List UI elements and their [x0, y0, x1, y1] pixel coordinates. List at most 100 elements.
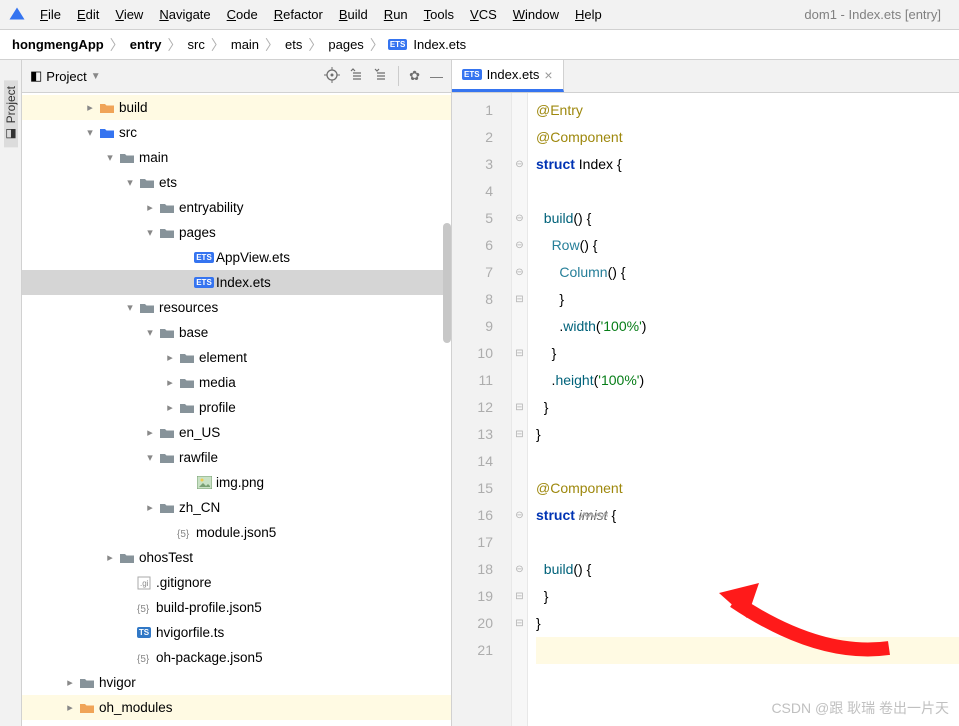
fold-marker[interactable]	[512, 367, 527, 394]
code-line[interactable]	[536, 448, 959, 475]
fold-marker[interactable]: ⊟	[512, 610, 527, 637]
gear-icon[interactable]: ✿	[409, 68, 420, 84]
code-line[interactable]: build() {	[536, 205, 959, 232]
tree-arrow-icon[interactable]: ▾	[142, 451, 158, 464]
tree-arrow-icon[interactable]: ▸	[142, 426, 158, 439]
fold-marker[interactable]	[512, 178, 527, 205]
expand-all-icon[interactable]	[350, 68, 364, 85]
fold-marker[interactable]: ⊖	[512, 502, 527, 529]
fold-marker[interactable]	[512, 529, 527, 556]
fold-marker[interactable]: ⊟	[512, 340, 527, 367]
dropdown-arrow-icon[interactable]: ▼	[91, 71, 101, 82]
tree-item[interactable]: ETSAppView.ets	[22, 245, 451, 270]
code-line[interactable]: build() {	[536, 556, 959, 583]
tree-item[interactable]: ▸zh_CN	[22, 495, 451, 520]
code-line[interactable]: }	[536, 610, 959, 637]
breadcrumb-item[interactable]: main	[229, 37, 261, 52]
fold-marker[interactable]	[512, 313, 527, 340]
fold-marker[interactable]: ⊖	[512, 232, 527, 259]
tree-arrow-icon[interactable]: ▾	[122, 176, 138, 189]
menu-help[interactable]: Help	[567, 7, 610, 22]
code-line[interactable]: }	[536, 583, 959, 610]
tree-item[interactable]: {5}build-profile.json5	[22, 595, 451, 620]
tree-item[interactable]: ▾base	[22, 320, 451, 345]
tree-item[interactable]: ▾ets	[22, 170, 451, 195]
menu-window[interactable]: Window	[505, 7, 567, 22]
fold-marker[interactable]	[512, 475, 527, 502]
code-line[interactable]: .height('100%')	[536, 367, 959, 394]
fold-marker[interactable]: ⊟	[512, 421, 527, 448]
code-line[interactable]: Row() {	[536, 232, 959, 259]
tree-item[interactable]: ▸entryability	[22, 195, 451, 220]
tree-item[interactable]: ▾src	[22, 120, 451, 145]
tree-item[interactable]: ▸oh_modules	[22, 695, 451, 720]
code-line[interactable]: struct Index {	[536, 151, 959, 178]
breadcrumb-item[interactable]: Index.ets	[411, 37, 468, 52]
menu-build[interactable]: Build	[331, 7, 376, 22]
code-line[interactable]: @Component	[536, 475, 959, 502]
code-line[interactable]: @Entry	[536, 97, 959, 124]
project-tool-button[interactable]: ◧Project	[4, 80, 18, 147]
menu-navigate[interactable]: Navigate	[151, 7, 218, 22]
tree-arrow-icon[interactable]: ▸	[102, 551, 118, 564]
menu-vcs[interactable]: VCS	[462, 7, 505, 22]
code-line[interactable]	[536, 178, 959, 205]
tree-item[interactable]: ▸element	[22, 345, 451, 370]
tree-arrow-icon[interactable]: ▾	[102, 151, 118, 164]
code-line[interactable]: }	[536, 286, 959, 313]
tree-item[interactable]: ▾main	[22, 145, 451, 170]
tree-arrow-icon[interactable]: ▸	[62, 676, 78, 689]
fold-marker[interactable]	[512, 448, 527, 475]
tab-index-ets[interactable]: ETS Index.ets ×	[452, 60, 564, 92]
code-line[interactable]: .width('100%')	[536, 313, 959, 340]
tree-arrow-icon[interactable]: ▾	[122, 301, 138, 314]
tree-item[interactable]: ▾pages	[22, 220, 451, 245]
fold-marker[interactable]: ⊖	[512, 556, 527, 583]
breadcrumb-item[interactable]: pages	[326, 37, 365, 52]
tree-item[interactable]: ▸profile	[22, 395, 451, 420]
tree-item[interactable]: ETSIndex.ets	[22, 270, 451, 295]
tree-item[interactable]: ▸ohosTest	[22, 545, 451, 570]
fold-marker[interactable]: ⊖	[512, 205, 527, 232]
code-editor[interactable]: 123456789101112131415161718192021 ⊖⊖⊖⊖⊟⊟…	[452, 93, 959, 726]
fold-marker[interactable]: ⊟	[512, 583, 527, 610]
code-content[interactable]: @Entry @Component struct Index { build() {…	[528, 93, 959, 726]
hide-panel-icon[interactable]: —	[430, 69, 443, 84]
tree-arrow-icon[interactable]: ▾	[142, 226, 158, 239]
code-line[interactable]	[536, 529, 959, 556]
tree-item[interactable]: {5}oh-package.json5	[22, 645, 451, 670]
menu-refactor[interactable]: Refactor	[266, 7, 331, 22]
tree-item[interactable]: ▸build	[22, 95, 451, 120]
close-icon[interactable]: ×	[544, 67, 552, 83]
breadcrumb-item[interactable]: src	[186, 37, 207, 52]
tree-item[interactable]: ▸en_US	[22, 420, 451, 445]
tree-item[interactable]: {5}module.json5	[22, 520, 451, 545]
fold-marker[interactable]: ⊖	[512, 151, 527, 178]
code-line[interactable]: }	[536, 340, 959, 367]
tree-arrow-icon[interactable]: ▸	[142, 201, 158, 214]
fold-marker[interactable]: ⊟	[512, 394, 527, 421]
breadcrumb-item[interactable]: entry	[128, 37, 164, 52]
tree-arrow-icon[interactable]: ▸	[162, 351, 178, 364]
menu-run[interactable]: Run	[376, 7, 416, 22]
menu-view[interactable]: View	[107, 7, 151, 22]
code-line[interactable]: struct imist {	[536, 502, 959, 529]
project-tree[interactable]: ▸build▾src▾main▾ets▸entryability▾pagesET…	[22, 93, 451, 726]
code-line[interactable]: }	[536, 394, 959, 421]
tree-arrow-icon[interactable]: ▸	[82, 101, 98, 114]
menu-tools[interactable]: Tools	[416, 7, 462, 22]
breadcrumb-item[interactable]: ets	[283, 37, 304, 52]
fold-marker[interactable]	[512, 637, 527, 664]
tree-arrow-icon[interactable]: ▸	[62, 701, 78, 714]
tree-item[interactable]: TShvigorfile.ts	[22, 620, 451, 645]
tree-arrow-icon[interactable]: ▾	[82, 126, 98, 139]
breadcrumb-item[interactable]: hongmengApp	[10, 37, 106, 52]
tree-item[interactable]: ▾resources	[22, 295, 451, 320]
menu-edit[interactable]: Edit	[69, 7, 107, 22]
fold-marker[interactable]	[512, 124, 527, 151]
tree-item[interactable]: ▾rawfile	[22, 445, 451, 470]
fold-marker[interactable]: ⊟	[512, 286, 527, 313]
code-line[interactable]: }	[536, 421, 959, 448]
tree-arrow-icon[interactable]: ▸	[162, 376, 178, 389]
menu-file[interactable]: File	[32, 7, 69, 22]
